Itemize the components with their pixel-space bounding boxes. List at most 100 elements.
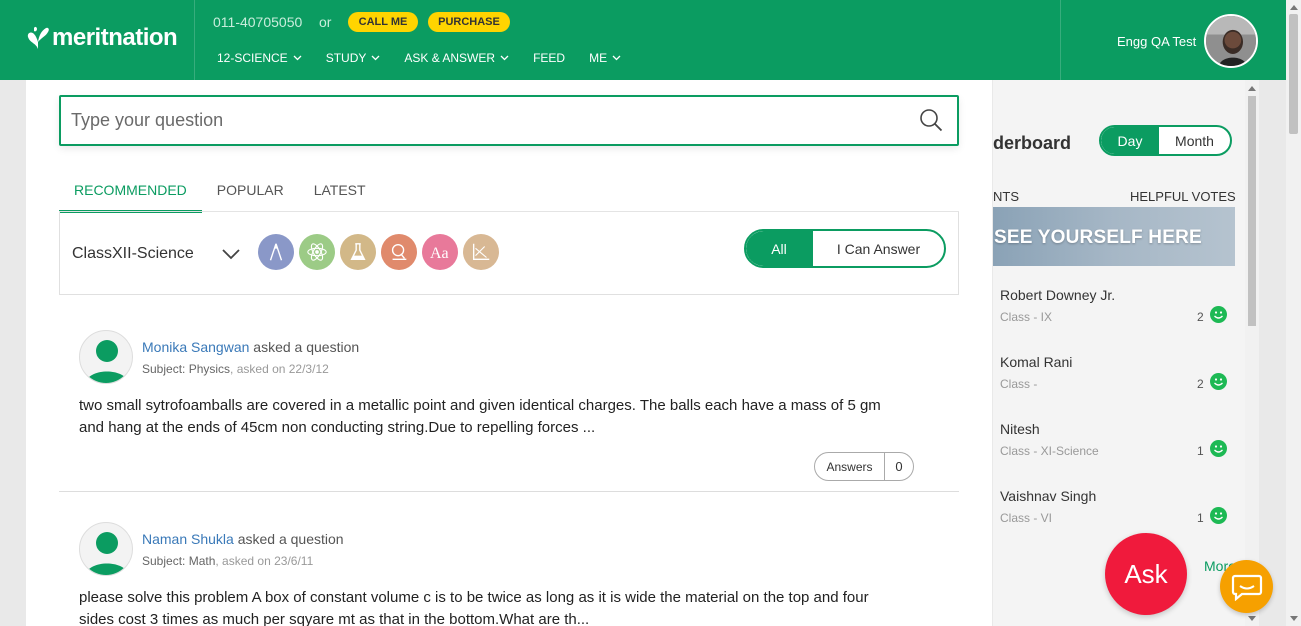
smiley-icon — [1210, 507, 1227, 524]
scroll-down-arrow-icon[interactable] — [1290, 616, 1298, 621]
scroll-up-arrow-icon[interactable] — [1248, 86, 1256, 91]
butterfly-logo-icon — [27, 26, 49, 49]
search-icon[interactable] — [919, 108, 943, 132]
purchase-button[interactable]: PURCHASE — [428, 12, 510, 32]
leaderboard-scroll-thumb[interactable] — [1248, 96, 1256, 326]
asked-date: , asked on 22/3/12 — [230, 362, 329, 376]
question-divider — [59, 491, 959, 492]
question-subject: Subject: Physics, asked on 22/3/12 — [142, 362, 329, 376]
leaderboard-name[interactable]: Vaishnav Singh — [1000, 488, 1096, 504]
leaderboard-class: Class - IX — [1000, 310, 1053, 324]
nav-class[interactable]: 12-SCIENCE — [217, 51, 302, 65]
nav-label: ASK & ANSWER — [404, 51, 496, 65]
chevron-down-icon — [500, 55, 509, 61]
question-text[interactable]: please solve this problem A box of const… — [79, 587, 889, 626]
nav-study[interactable]: STUDY — [326, 51, 381, 65]
leaderboard-votes: 2 — [1197, 310, 1204, 324]
svg-text:Aa: Aa — [430, 245, 449, 262]
chevron-down-icon — [371, 55, 380, 61]
chevron-down-icon[interactable] — [221, 248, 241, 260]
user-name[interactable]: Engg QA Test — [1117, 34, 1196, 49]
leaderboard-votes: 1 — [1197, 511, 1204, 525]
english-text-icon[interactable]: Aa — [422, 234, 458, 270]
question-meta: Naman Shukla asked a question — [142, 531, 344, 547]
chemistry-flask-icon[interactable] — [340, 234, 376, 270]
subject-name: Physics — [188, 362, 231, 376]
answers-button[interactable]: Answers 0 — [814, 452, 914, 481]
subject-prefix: Subject: — [142, 554, 189, 568]
subject-prefix: Subject: — [142, 362, 189, 376]
answers-count: 0 — [895, 459, 903, 474]
smiley-icon — [1210, 440, 1227, 457]
question-user-avatar[interactable] — [79, 522, 133, 576]
toggle-month[interactable]: Month — [1159, 127, 1230, 154]
leaderboard-class: Class - VI — [1000, 511, 1053, 525]
leaderboard-name[interactable]: Robert Downey Jr. — [1000, 287, 1115, 303]
search-input[interactable] — [71, 97, 911, 144]
nav-label: ME — [589, 51, 608, 65]
question-tabs: RECOMMENDED POPULAR LATEST — [59, 172, 381, 213]
question-search-box[interactable] — [59, 95, 959, 146]
column-header-helpful-votes: HELPFUL VOTES — [1130, 189, 1236, 204]
nav-feed[interactable]: FEED — [533, 51, 565, 65]
question-subject: Subject: Math, asked on 23/6/11 — [142, 554, 313, 568]
toggle-day[interactable]: Day — [1101, 127, 1159, 154]
question-user-link[interactable]: Naman Shukla — [142, 531, 234, 547]
or-text: or — [319, 14, 332, 30]
biology-microscope-icon[interactable] — [381, 234, 417, 270]
smiley-icon — [1210, 306, 1227, 323]
day-month-toggle[interactable]: Day Month — [1099, 125, 1232, 156]
toggle-all[interactable]: All — [746, 231, 812, 266]
asked-date: , asked on 23/6/11 — [215, 554, 314, 568]
scroll-down-arrow-icon[interactable] — [1248, 616, 1256, 621]
see-yourself-text: SEE YOURSELF HERE — [994, 227, 1202, 248]
tab-popular[interactable]: POPULAR — [202, 172, 299, 213]
asked-text: asked a question — [249, 339, 360, 355]
answer-filter-toggle[interactable]: All I Can Answer — [744, 229, 946, 268]
economics-graph-icon[interactable] — [463, 234, 499, 270]
toggle-i-can-answer[interactable]: I Can Answer — [812, 231, 944, 266]
question-user-avatar[interactable] — [79, 330, 133, 384]
nav-ask-answer[interactable]: ASK & ANSWER — [404, 51, 509, 65]
smiley-icon — [1210, 373, 1227, 390]
chat-button[interactable] — [1220, 560, 1273, 613]
page-scroll-thumb[interactable] — [1289, 14, 1298, 134]
scroll-up-arrow-icon[interactable] — [1290, 5, 1298, 10]
header-divider — [194, 0, 195, 80]
chevron-down-icon — [293, 55, 302, 61]
ask-button[interactable]: Ask — [1105, 533, 1187, 615]
leaderboard-title: derboard — [993, 133, 1072, 153]
question-user-link[interactable]: Monika Sangwan — [142, 339, 249, 355]
tab-recommended[interactable]: RECOMMENDED — [59, 172, 202, 213]
leaderboard-name[interactable]: Nitesh — [1000, 421, 1040, 437]
nav-me[interactable]: ME — [589, 51, 621, 65]
leaderboard-votes: 2 — [1197, 377, 1204, 391]
user-placeholder-icon — [85, 340, 129, 383]
phone-number: 011-40705050 — [213, 14, 303, 30]
leaderboard-class: Class - — [1000, 377, 1038, 391]
leaderboard-class: Class - XI-Science — [1000, 444, 1099, 458]
column-header-students: NTS — [993, 189, 1019, 204]
tab-latest[interactable]: LATEST — [299, 172, 381, 213]
header-divider — [1060, 0, 1061, 80]
user-avatar[interactable] — [1204, 14, 1258, 68]
meritnation-logo[interactable]: meritnation — [26, 24, 178, 52]
subject-name: Math — [188, 554, 216, 568]
class-select[interactable]: ClassXII-Science — [72, 245, 194, 263]
call-me-button[interactable]: CALL ME — [348, 12, 418, 32]
top-header: meritnation 011-40705050 or CALL ME PURC… — [0, 0, 1286, 80]
leaderboard-votes: 1 — [1197, 444, 1204, 458]
logo-text: meritnation — [52, 24, 178, 51]
physics-atom-icon[interactable] — [299, 234, 335, 270]
asked-text: asked a question — [233, 531, 344, 547]
chat-bubble-icon — [1231, 574, 1262, 601]
math-compass-icon[interactable] — [258, 234, 294, 270]
chevron-down-icon — [612, 55, 621, 61]
answers-label: Answers — [815, 453, 885, 480]
user-placeholder-icon — [85, 532, 129, 575]
question-meta: Monika Sangwan asked a question — [142, 339, 359, 355]
nav-label: 12-SCIENCE — [217, 51, 288, 65]
main-nav: 12-SCIENCE STUDY ASK & ANSWER FEED ME — [217, 51, 645, 65]
question-text[interactable]: two small sytrofoamballs are covered in … — [79, 395, 889, 439]
leaderboard-name[interactable]: Komal Rani — [1000, 354, 1072, 370]
